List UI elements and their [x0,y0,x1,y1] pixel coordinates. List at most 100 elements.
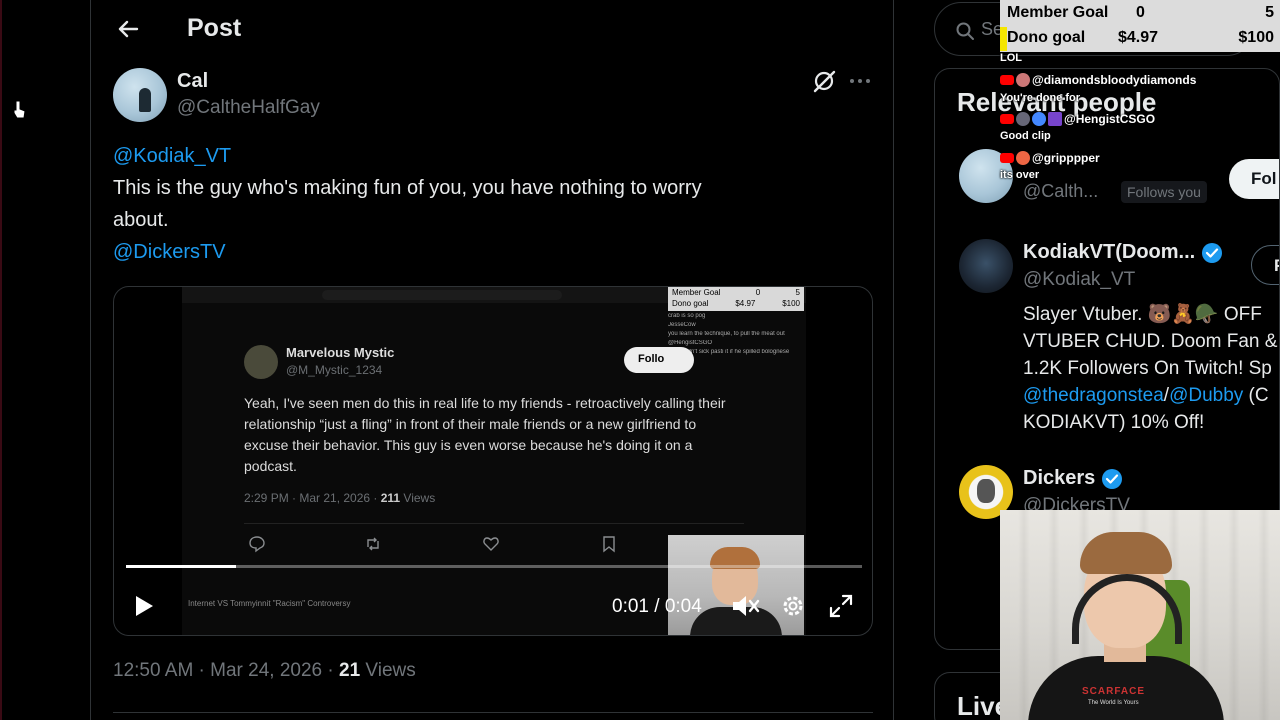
goal-label: Dono goal [1007,29,1086,46]
goal-label: Member Goal [1007,4,1109,21]
goal-target: 5 [1265,4,1274,21]
embedded-author-handle: @M_Mystic_1234 [286,363,383,377]
embedded-avatar [244,345,278,379]
embedded-chat-line: you learn the technique, to pull the mea… [668,331,785,337]
follows-you-badge: Follows you [1121,181,1207,203]
stream-chat-overlay: LOL @diamondsbloodydiamonds You're done … [1000,52,1280,182]
chat-username: @gripppper [1000,150,1100,166]
embedded-goal-value: $4.97 [735,299,756,308]
embedded-chat-line: JesseCow [668,322,696,328]
main-column: Post Cal @CaltheHalfGay @Kodiak_VT This … [90,0,894,720]
gear-icon[interactable] [780,593,806,619]
views-count: 21 [339,660,361,681]
embedded-goal-target: 5 [795,288,800,297]
topbar: Post [91,0,893,58]
embedded-meta-time: 2:29 PM · Mar 21, 2026 · [244,491,381,505]
embedded-webcam [668,535,804,635]
goal-target: $100 [1238,29,1274,46]
embedded-search-bar [322,290,562,300]
author-name[interactable]: Cal [177,70,208,93]
embedded-author-name: Marvelous Mystic [286,345,395,360]
reply-icon [249,536,265,553]
post-text-line: about. [113,209,169,231]
dono-goal-row: Dono goal $4.97 $100 [1000,26,1280,52]
verified-badge-icon [1102,468,1123,489]
post-time[interactable]: 12:50 AM · Mar 24, 2026 · [113,660,339,681]
search-icon [956,22,974,40]
member-badge-icon [1032,111,1046,126]
more-options-icon[interactable] [847,68,873,94]
chat-username-text: @gripppper [1032,150,1100,165]
video-time: 0:01 / 0:04 [612,596,702,617]
person-name[interactable]: Dickers [1023,467,1123,490]
grok-icon[interactable] [811,68,837,94]
mention-link[interactable]: @DickersTV [113,236,833,268]
embedded-goal-label: Dono goal [672,299,709,308]
bio-text: (C [1243,385,1269,406]
shirt-print-small: The World Is Yours [1088,700,1139,706]
follow-button[interactable]: F [1251,245,1279,285]
crown-badge-icon [1048,111,1062,126]
person-name[interactable]: KodiakVT(Doom... [1023,241,1223,264]
stream-goal-overlay: Member Goal 0 5 Dono goal $4.97 $100 [1000,0,1280,52]
embedded-bottom-title: Internet VS Tommyinnit "Racism" Controve… [188,599,351,608]
embedded-chat-line: @HengistCSGO [668,340,713,346]
shirt-print: SCARFACE [1082,686,1146,697]
chat-username-text: @diamondsbloodydiamonds [1032,72,1197,87]
volume-icon[interactable] [730,593,760,619]
chat-message: Good clip [1000,130,1051,142]
bio-line: @thedragonstea/@Dubby (C [1023,382,1279,409]
chat-message: You're done for [1000,92,1081,104]
youtube-icon [1000,74,1014,85]
youtube-icon [1000,152,1014,163]
person-avatar[interactable] [959,239,1013,293]
goal-current: 0 [1136,4,1145,21]
views-label: Views [360,660,416,681]
bio-line: KODIAKVT) 10% Off! [1023,412,1205,433]
rail-edge [0,0,2,720]
author-handle[interactable]: @CaltheHalfGay [177,97,320,119]
user-avatar-badge [1016,111,1030,126]
embedded-post-text: Yeah, I've seen men do this in real life… [244,395,726,474]
bio-link[interactable]: @Dubby [1169,385,1243,406]
bio-line: Slayer Vtuber. 🐻🧸🪖 OFF [1023,304,1262,325]
video-progress-bar[interactable] [126,565,862,568]
user-avatar-badge [1016,72,1030,87]
embedded-goal-label: Member Goal [672,288,721,297]
chat-username: @diamondsbloodydiamonds [1000,72,1196,88]
video-player[interactable]: Member Goal 0 5 Dono goal $4.97 $100 crab is… [113,286,873,636]
person-handle[interactable]: @Calth... [1023,181,1098,202]
embedded-chat-line: crab is so pog [668,313,706,319]
user-avatar-badge [1016,150,1030,165]
back-arrow-icon[interactable] [113,14,143,44]
embedded-divider [244,523,744,524]
chat-username: @HengistCSGO [1000,111,1155,127]
play-icon[interactable] [130,593,156,619]
embedded-post-meta: 2:29 PM · Mar 21, 2026 · 211 Views [244,491,435,505]
embedded-goal-overlay: Member Goal 0 5 Dono goal $4.97 $100 [668,287,804,311]
chat-message: its over [1000,169,1040,181]
chat-message: LOL [1000,52,1022,64]
bio-link[interactable]: @thedragonstea [1023,385,1164,406]
mention-link[interactable]: @Kodiak_VT [113,140,833,172]
streamer-webcam: SCARFACE The World Is Yours [1000,510,1280,720]
post-timestamp: 12:50 AM · Mar 24, 2026 · 21 Views [113,660,416,682]
bio-line: 1.2K Followers On Twitch! Sp [1023,358,1272,379]
fullscreen-icon[interactable] [828,593,854,619]
post-text: @Kodiak_VT This is the guy who's making … [113,140,833,268]
embedded-meta-views-label: Views [400,491,436,505]
person-bio: Slayer Vtuber. 🐻🧸🪖 OFF VTUBER CHUD. Doom… [1023,301,1279,436]
person-handle[interactable]: @Kodiak_VT [1023,269,1135,291]
divider [113,712,873,713]
person-name-text: Dickers [1023,467,1096,489]
video-frame: Member Goal 0 5 Dono goal $4.97 $100 crab is… [182,287,806,635]
embedded-goal-target: $100 [782,299,800,308]
person-name-text: KodiakVT(Doom... [1023,241,1196,263]
chat-username-text: @HengistCSGO [1064,111,1156,126]
left-rail [0,0,90,720]
goal-current: $4.97 [1118,29,1159,46]
youtube-icon [1000,113,1014,124]
bio-line: VTUBER CHUD. Doom Fan & [1023,331,1278,352]
author-avatar[interactable] [113,68,167,122]
streamer-hair [1080,532,1172,574]
